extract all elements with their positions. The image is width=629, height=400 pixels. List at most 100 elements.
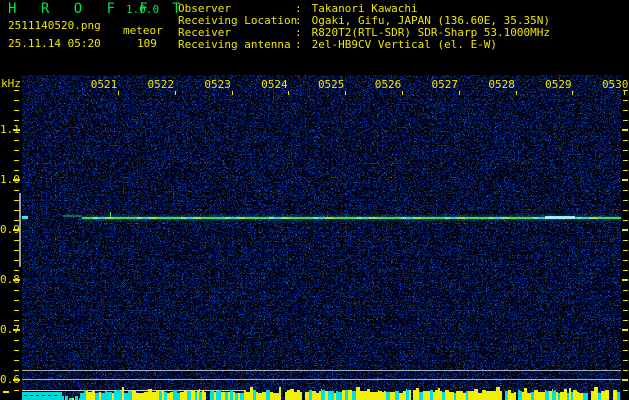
y-axis-minor-tick [14,200,19,201]
x-axis-time-label: 0528 [488,78,515,91]
mode-label: meteor [123,24,163,37]
y-axis-minor-tick [14,340,19,341]
x-axis-tick [174,91,176,95]
level-bar [605,390,609,400]
level-bar [409,390,411,400]
level-bar [500,391,502,400]
y-axis-major-tick-right [622,379,628,381]
y-axis-minor-tick-right [623,240,628,241]
y-axis-minor-tick-right [623,100,628,101]
level-bar [617,392,620,400]
carrier-signal-line [82,217,621,219]
y-axis-label: 1.0 [0,173,20,186]
y-axis-minor-tick-right [623,220,628,221]
carrier-signal-spike [110,212,111,217]
y-axis-minor-tick [14,210,19,211]
y-axis-major-tick-right [622,329,628,331]
y-axis-major-tick-right [622,129,628,131]
capture-filename: 2511140520.png [8,19,101,32]
right-axis-margin [621,75,629,400]
strip-bump [75,396,78,400]
y-axis-minor-tick [14,320,19,321]
x-axis-tick [345,91,347,95]
y-axis-minor-tick [14,120,19,121]
x-axis-time-label: 0529 [545,78,572,91]
y-axis-minor-tick [14,260,19,261]
strip-cyan-block [22,392,62,400]
y-axis-minor-tick-right [623,370,628,371]
x-axis-time-label: 0525 [317,78,345,91]
hrofft-window: H R O F F T 1.0.0 2511140520.png meteor … [0,0,629,400]
y-axis-major-tick [13,179,20,181]
x-axis-tick [402,91,403,95]
level-reference-line-upper [22,370,621,371]
y-axis-minor-tick-right [623,200,628,201]
x-axis-tick [572,91,574,95]
y-axis-minor-tick [14,100,19,101]
capture-datetime: 25.11.14 05:20 [8,37,101,50]
y-axis-minor-tick-right [623,390,628,391]
strip-cyan-wave [24,395,60,396]
x-axis-time-label: 0522 [147,78,175,91]
station-row-separator: : [295,38,302,51]
y-axis-minor-tick-right [623,360,628,361]
level-bar [279,387,281,400]
x-axis-time-label: 0523 [204,78,231,91]
y-axis-minor-tick [14,360,19,361]
y-axis-minor-tick-right [623,260,628,261]
y-axis-minor-tick-right [623,290,628,291]
y-axis-label: 0.9 [0,223,20,236]
y-axis-minor-tick-right [623,160,628,161]
y-axis-minor-tick [14,240,19,241]
x-axis-time-label: 0526 [374,78,402,91]
y-axis-minor-tick [14,160,19,161]
y-axis-minor-tick [14,190,19,191]
y-axis-minor-tick-right [623,310,628,311]
y-axis-minor-tick-right [623,170,628,171]
x-axis-tick [288,91,290,95]
app-title: H R O F F T [8,1,189,17]
x-axis-time-label: 0530 [601,78,629,91]
y-axis-label: 1.1 [0,123,20,136]
y-axis-minor-tick [14,310,19,311]
station-info: Observer: Takanori Kawachi Receiving Loca… [178,3,550,51]
y-axis-minor-tick [14,290,19,291]
y-axis-minor-tick-right [623,140,628,141]
y-axis-unit-label: kHz [1,77,21,90]
strip-bump [62,396,64,400]
y-axis-minor-tick [14,390,19,391]
y-axis-minor-tick-right [623,120,628,121]
y-axis-minor-tick-right [623,270,628,271]
x-axis-time-label: 0527 [431,78,459,91]
y-axis-minor-tick [14,150,19,151]
y-axis-major-tick-right [622,179,628,181]
y-axis-label: 0.7 [0,323,20,336]
station-row: Receiving antenna: 2el-HB9CV Vertical (e… [178,39,550,51]
x-axis-time-label: 0524 [261,78,288,91]
y-axis-minor-tick-right [623,320,628,321]
axis-corner-dash [3,391,9,393]
y-axis-major-tick [13,129,20,131]
y-axis-minor-tick-right [623,210,628,211]
y-axis-major-tick [13,379,20,381]
y-axis-major-tick-right [622,279,628,281]
y-axis-major-tick [13,279,20,281]
level-bar [204,392,206,400]
level-bar [586,393,588,400]
x-axis-tick [118,91,119,95]
x-axis-time-label: 0521 [90,78,118,91]
y-axis-minor-tick [14,110,19,111]
carrier-edge-dash [22,216,28,219]
y-axis-minor-tick [14,350,19,351]
y-axis-minor-tick [14,90,19,91]
level-bar [514,392,516,400]
carrier-signal-bright-segment [545,216,575,219]
x-axis-tick [515,91,517,95]
y-axis-minor-tick-right [623,190,628,191]
level-bar [300,392,302,400]
station-row-label: Receiving antenna [178,38,291,51]
y-axis-minor-tick [14,270,19,271]
x-axis-tick [624,91,625,95]
y-axis-minor-tick [14,250,19,251]
y-axis-minor-tick-right [623,300,628,301]
